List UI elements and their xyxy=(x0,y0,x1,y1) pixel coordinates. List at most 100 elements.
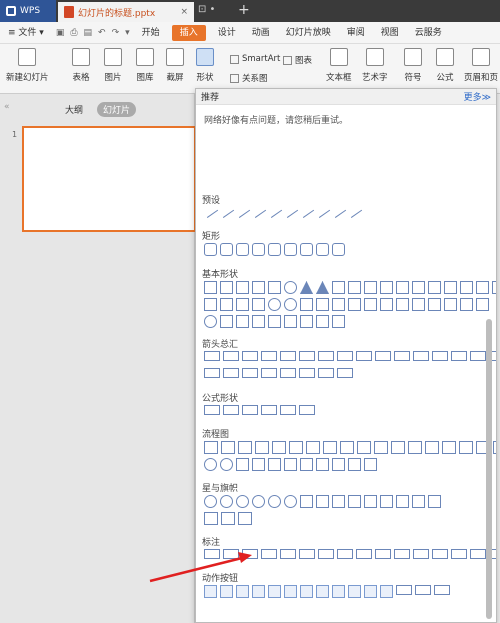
shape-option-icon[interactable] xyxy=(357,441,371,454)
shape-option-icon[interactable] xyxy=(268,495,281,508)
shape-option-icon[interactable] xyxy=(268,243,281,256)
shape-option-icon[interactable] xyxy=(348,281,361,294)
redo-icon[interactable]: ↷ xyxy=(112,28,120,38)
chart-button[interactable]: 图表 xyxy=(283,54,312,66)
shape-option-icon[interactable] xyxy=(380,281,393,294)
shape-option-icon[interactable] xyxy=(236,458,249,471)
shape-option-icon[interactable] xyxy=(204,458,217,471)
shape-option-icon[interactable] xyxy=(314,203,331,219)
shape-option-icon[interactable] xyxy=(252,458,265,471)
shape-option-icon[interactable] xyxy=(236,243,249,256)
shape-option-icon[interactable] xyxy=(252,243,265,256)
monitor-icon[interactable]: ⊡ • xyxy=(198,4,215,15)
shape-option-icon[interactable] xyxy=(268,298,281,311)
shape-option-icon[interactable] xyxy=(236,298,249,311)
shape-option-icon[interactable] xyxy=(223,405,239,415)
shape-option-icon[interactable] xyxy=(220,315,233,328)
shape-option-icon[interactable] xyxy=(300,495,313,508)
shape-option-icon[interactable] xyxy=(375,351,391,361)
shape-option-icon[interactable] xyxy=(268,458,281,471)
preview-icon[interactable]: ▤ xyxy=(84,28,93,38)
shape-option-icon[interactable] xyxy=(261,351,277,361)
save-icon[interactable]: ▣ xyxy=(56,28,65,38)
shape-option-icon[interactable] xyxy=(492,281,496,294)
shape-option-icon[interactable] xyxy=(300,243,313,256)
shape-option-icon[interactable] xyxy=(204,315,217,328)
shape-option-icon[interactable] xyxy=(300,315,313,328)
shape-option-icon[interactable] xyxy=(316,315,329,328)
shape-option-icon[interactable] xyxy=(318,549,334,559)
shape-option-icon[interactable] xyxy=(220,281,233,294)
shape-option-icon[interactable] xyxy=(280,549,296,559)
shape-option-icon[interactable] xyxy=(252,495,265,508)
shape-option-icon[interactable] xyxy=(268,315,281,328)
new-tab-button[interactable]: + xyxy=(238,2,250,18)
shape-option-icon[interactable] xyxy=(396,585,412,595)
shape-option-icon[interactable] xyxy=(204,351,220,361)
shape-option-icon[interactable] xyxy=(284,281,297,294)
undo-icon[interactable]: ↶ xyxy=(98,28,106,38)
menu-home[interactable]: 开始 xyxy=(134,22,168,44)
shape-option-icon[interactable] xyxy=(202,203,219,219)
menu-review[interactable]: 审阅 xyxy=(339,22,373,44)
shape-option-icon[interactable] xyxy=(380,495,393,508)
slide-thumbnail[interactable] xyxy=(22,126,196,232)
shape-option-icon[interactable] xyxy=(332,281,345,294)
dropdown-icon[interactable]: ▾ xyxy=(125,28,130,38)
symbol-button[interactable]: 符号 xyxy=(404,48,422,83)
shape-option-icon[interactable] xyxy=(284,315,297,328)
shape-option-icon[interactable] xyxy=(280,368,296,378)
shape-option-icon[interactable] xyxy=(316,458,329,471)
panel-scrollbar[interactable] xyxy=(486,319,492,619)
menu-animation[interactable]: 动画 xyxy=(244,22,278,44)
shape-option-icon[interactable] xyxy=(299,405,315,415)
shape-option-icon[interactable] xyxy=(459,441,473,454)
shape-option-icon[interactable] xyxy=(374,441,388,454)
shape-option-icon[interactable] xyxy=(238,512,252,525)
smartart-button[interactable]: SmartArt xyxy=(230,54,280,64)
shape-option-icon[interactable] xyxy=(451,351,467,361)
shape-option-icon[interactable] xyxy=(348,458,361,471)
shape-option-icon[interactable] xyxy=(412,298,425,311)
shape-option-icon[interactable] xyxy=(252,315,265,328)
shape-option-icon[interactable] xyxy=(316,585,329,598)
shape-option-icon[interactable] xyxy=(318,368,334,378)
shape-option-icon[interactable] xyxy=(364,298,377,311)
shape-option-icon[interactable] xyxy=(220,585,233,598)
shape-option-icon[interactable] xyxy=(476,281,489,294)
wps-tab[interactable]: WPS xyxy=(0,0,56,22)
shape-option-icon[interactable] xyxy=(346,203,363,219)
shape-option-icon[interactable] xyxy=(330,203,347,219)
shape-option-icon[interactable] xyxy=(220,495,233,508)
shape-option-icon[interactable] xyxy=(272,441,286,454)
shape-option-icon[interactable] xyxy=(236,281,249,294)
shape-option-icon[interactable] xyxy=(356,351,372,361)
shape-option-icon[interactable] xyxy=(204,585,217,598)
shape-option-icon[interactable] xyxy=(261,405,277,415)
shape-option-icon[interactable] xyxy=(364,585,377,598)
shape-option-icon[interactable] xyxy=(432,351,448,361)
shape-option-icon[interactable] xyxy=(425,441,439,454)
shape-option-icon[interactable] xyxy=(300,458,313,471)
shape-option-icon[interactable] xyxy=(428,281,441,294)
shape-option-icon[interactable] xyxy=(221,512,235,525)
shape-option-icon[interactable] xyxy=(408,441,422,454)
relation-diagram-button[interactable]: 关系图 xyxy=(230,72,268,84)
shape-option-icon[interactable] xyxy=(391,441,405,454)
shape-option-icon[interactable] xyxy=(300,298,313,311)
shape-option-icon[interactable] xyxy=(340,441,354,454)
shape-option-icon[interactable] xyxy=(252,281,265,294)
file-menu[interactable]: ≡ 文件 ▾ xyxy=(0,22,52,44)
shape-option-icon[interactable] xyxy=(348,495,361,508)
menu-insert[interactable]: 插入 xyxy=(171,24,206,41)
shape-option-icon[interactable] xyxy=(364,495,377,508)
shape-option-icon[interactable] xyxy=(444,298,457,311)
shape-option-icon[interactable] xyxy=(460,298,473,311)
shape-option-icon[interactable] xyxy=(268,281,281,294)
shape-option-icon[interactable] xyxy=(470,549,486,559)
shape-option-icon[interactable] xyxy=(221,441,235,454)
shape-option-icon[interactable] xyxy=(380,585,393,598)
shape-option-icon[interactable] xyxy=(299,549,315,559)
shape-option-icon[interactable] xyxy=(204,298,217,311)
shape-option-icon[interactable] xyxy=(375,549,391,559)
